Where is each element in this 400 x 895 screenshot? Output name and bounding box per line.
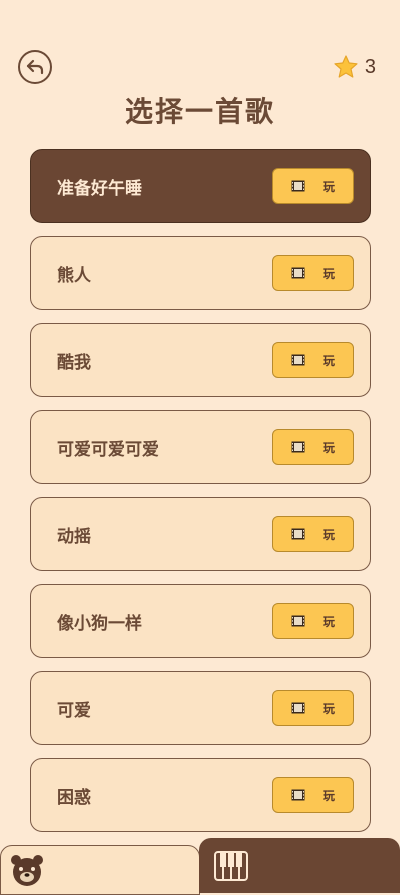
song-item[interactable]: 可爱可爱可爱 玩 bbox=[30, 410, 371, 484]
play-label: 玩 bbox=[322, 701, 335, 716]
film-icon bbox=[291, 354, 305, 366]
song-name: 像小狗一样 bbox=[57, 613, 142, 634]
play-button[interactable]: 玩 bbox=[272, 516, 354, 552]
song-item[interactable]: 准备好午睡 玩 bbox=[30, 149, 371, 223]
song-name: 困惑 bbox=[57, 787, 91, 808]
song-item[interactable]: 熊人 玩 bbox=[30, 236, 371, 310]
play-label: 玩 bbox=[322, 788, 335, 803]
play-label: 玩 bbox=[322, 527, 335, 542]
play-button[interactable]: 玩 bbox=[272, 603, 354, 639]
play-label: 玩 bbox=[322, 179, 335, 194]
song-item[interactable]: 像小狗一样 玩 bbox=[30, 584, 371, 658]
film-icon bbox=[291, 615, 305, 627]
play-button[interactable]: 玩 bbox=[272, 168, 354, 204]
play-label: 玩 bbox=[322, 614, 335, 629]
play-label: 玩 bbox=[322, 266, 335, 281]
play-button[interactable]: 玩 bbox=[272, 342, 354, 378]
play-button[interactable]: 玩 bbox=[272, 690, 354, 726]
star-count: 3 bbox=[364, 55, 376, 78]
song-item[interactable]: 酷我 玩 bbox=[30, 323, 371, 397]
film-icon bbox=[291, 441, 305, 453]
play-label: 玩 bbox=[322, 353, 335, 368]
back-button[interactable] bbox=[18, 50, 52, 84]
play-button[interactable]: 玩 bbox=[272, 255, 354, 291]
song-item[interactable]: 可爱 玩 bbox=[30, 671, 371, 745]
song-name: 准备好午睡 bbox=[57, 178, 142, 199]
film-icon bbox=[291, 180, 305, 192]
film-icon bbox=[291, 528, 305, 540]
star-counter: 3 bbox=[333, 54, 376, 80]
song-name: 酷我 bbox=[57, 352, 91, 373]
film-icon bbox=[291, 789, 305, 801]
song-name: 熊人 bbox=[57, 265, 91, 286]
tab-piano[interactable] bbox=[199, 838, 400, 893]
song-item[interactable]: 动摇 玩 bbox=[30, 497, 371, 571]
film-icon bbox=[291, 267, 305, 279]
play-label: 玩 bbox=[322, 440, 335, 455]
song-item[interactable]: 困惑 玩 bbox=[30, 758, 371, 832]
tab-characters[interactable] bbox=[0, 845, 200, 895]
back-arrow-icon bbox=[26, 59, 44, 75]
page-title: 选择一首歌 bbox=[124, 95, 275, 128]
piano-icon bbox=[214, 851, 248, 881]
play-button[interactable]: 玩 bbox=[272, 777, 354, 813]
star-icon bbox=[334, 55, 358, 78]
film-icon bbox=[291, 702, 305, 714]
play-button[interactable]: 玩 bbox=[272, 429, 354, 465]
song-name: 可爱 bbox=[57, 700, 91, 721]
song-name: 可爱可爱可爱 bbox=[57, 439, 159, 460]
bear-icon bbox=[11, 855, 43, 886]
song-name: 动摇 bbox=[57, 526, 91, 547]
song-list: 准备好午睡 玩 熊人 玩 酷我 玩 可爱可爱可爱 玩 动摇 玩 像小狗一样 玩 … bbox=[30, 149, 371, 845]
